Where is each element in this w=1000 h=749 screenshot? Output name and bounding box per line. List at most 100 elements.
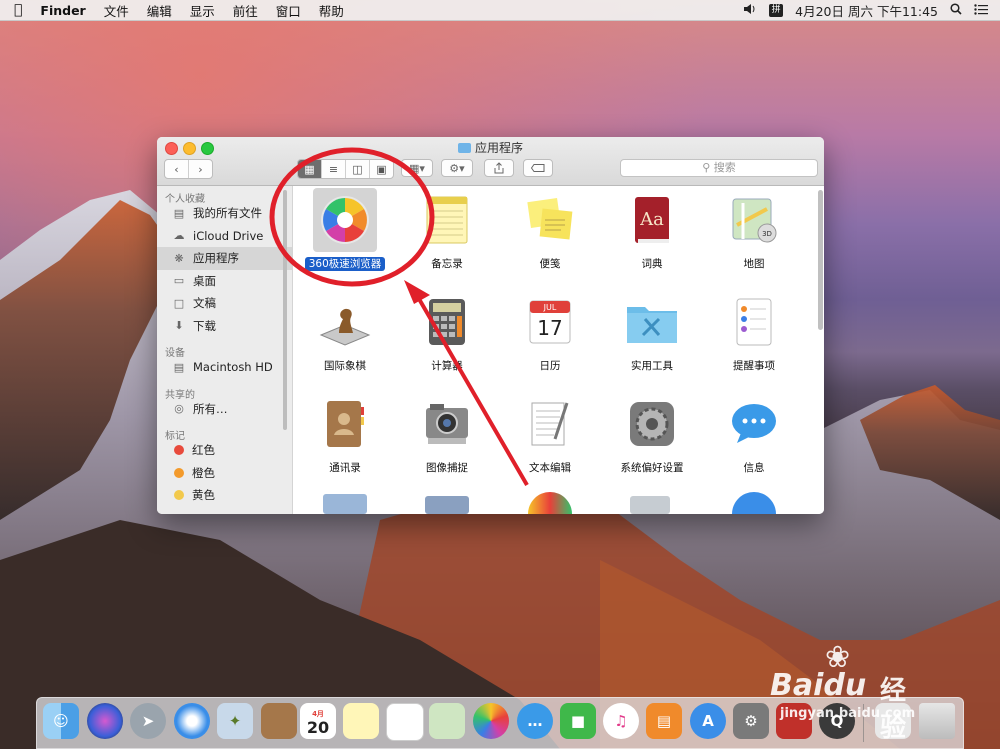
notes-icon[interactable] (343, 703, 379, 739)
icon-view-button[interactable]: ▦ (298, 160, 322, 178)
sidebar-header-tags: 标记 (165, 431, 185, 442)
app-item-image-capture[interactable]: 图像捕捉 (397, 392, 497, 475)
back-button[interactable]: ‹ (165, 160, 189, 178)
app-item-calendar[interactable]: JUL 17 日历 (500, 290, 600, 373)
app-item-stickies[interactable]: 便笺 (500, 188, 600, 271)
reminders-icon[interactable] (386, 703, 424, 741)
sidebar-item-label: iCloud Drive (193, 228, 264, 243)
finder-icon[interactable]: ☺ (43, 703, 79, 739)
app-item-360-browser[interactable]: 360极速浏览器 (295, 188, 395, 271)
list-view-button[interactable]: ≡ (322, 160, 346, 178)
itunes-icon[interactable]: ♫ (603, 703, 639, 739)
sidebar-item-label: 黄色 (192, 488, 215, 503)
volume-icon[interactable] (743, 3, 757, 18)
app-item-utilities[interactable]: 实用工具 (602, 290, 702, 373)
textedit-icon (518, 392, 582, 456)
safari-icon[interactable] (174, 703, 210, 739)
sidebar-item-all-files[interactable]: ▤ 我的所有文件 (157, 202, 292, 225)
sidebar-tag-yellow[interactable]: 黄色 (157, 484, 292, 507)
sidebar-tag-orange[interactable]: 橙色 (157, 462, 292, 485)
sidebar-tag-red[interactable]: 红色 (157, 439, 292, 462)
partial-app-store-icon[interactable] (732, 492, 776, 514)
all-files-icon: ▤ (173, 206, 185, 220)
sidebar-item-documents[interactable]: □ 文稿 (157, 292, 292, 315)
menu-help[interactable]: 帮助 (319, 1, 344, 20)
window-toolbar: 应用程序 ‹ › ▦ ≡ ◫ ▣ ▦▾ ⚙▾ ⚲ 搜索 (157, 137, 824, 186)
action-gear-button[interactable]: ⚙▾ (441, 159, 473, 177)
app-item-maps[interactable]: 3D 地图 (704, 188, 804, 271)
app-item-contacts[interactable]: 通讯录 (295, 392, 395, 475)
column-view-button[interactable]: ◫ (346, 160, 370, 178)
app-item-chess[interactable]: 国际象棋 (295, 290, 395, 373)
content-scrollbar[interactable] (818, 190, 823, 330)
share-button[interactable] (484, 159, 514, 177)
sidebar-item-label: 红色 (192, 443, 215, 458)
sidebar: 个人收藏 ▤ 我的所有文件 ☁ iCloud Drive ❋ 应用程序 ▭ 桌面 □ 文稿… (157, 186, 293, 514)
app-item-dictionary[interactable]: Aa 词典 (602, 188, 702, 271)
calendar-icon[interactable]: 4月 20 (300, 703, 336, 739)
app-label: 日历 (539, 360, 561, 372)
app-item-messages[interactable]: 信息 (704, 392, 804, 475)
app-label: 提醒事项 (733, 360, 775, 372)
forward-button[interactable]: › (189, 160, 212, 178)
menu-edit[interactable]: 编辑 (147, 1, 172, 20)
search-field[interactable]: ⚲ 搜索 (620, 159, 818, 177)
sidebar-item-applications[interactable]: ❋ 应用程序 (157, 247, 292, 270)
sidebar-item-icloud-drive[interactable]: ☁ iCloud Drive (157, 225, 292, 248)
spotlight-search-icon[interactable] (950, 2, 962, 18)
sidebar-scrollbar[interactable] (283, 190, 287, 430)
trash-icon[interactable] (919, 703, 955, 739)
photos-icon[interactable] (473, 703, 509, 739)
sidebar-item-desktop[interactable]: ▭ 桌面 (157, 270, 292, 293)
view-mode-selector: ▦ ≡ ◫ ▣ (297, 159, 394, 179)
input-method-icon[interactable]: 拼 (769, 3, 784, 17)
svg-text:17: 17 (537, 316, 562, 340)
sidebar-item-macintosh-hd[interactable]: ▤ Macintosh HD (157, 356, 292, 379)
arrange-button[interactable]: ▦▾ (401, 159, 433, 177)
app-label: 通讯录 (329, 462, 361, 474)
menu-app-finder[interactable]: Finder (40, 3, 85, 18)
menu-view[interactable]: 显示 (190, 1, 215, 20)
app-item-system-preferences[interactable]: 系统偏好设置 (602, 392, 702, 475)
tags-button[interactable] (523, 159, 553, 177)
system-preferences-icon[interactable]: ⚙ (733, 703, 769, 739)
menu-file[interactable]: 文件 (104, 1, 129, 20)
app-item-calculator[interactable]: 计算器 (397, 290, 497, 373)
launchpad-icon[interactable]: ➤ (130, 703, 166, 739)
app-item-notes[interactable]: 备忘录 (397, 188, 497, 271)
messages-icon[interactable]: … (517, 703, 553, 739)
mail-icon[interactable]: ✦ (217, 703, 253, 739)
menu-window[interactable]: 窗口 (276, 1, 301, 20)
sidebar-item-downloads[interactable]: ⬇ 下载 (157, 315, 292, 338)
partial-app-icon[interactable] (323, 494, 367, 514)
chess-icon (313, 290, 377, 354)
contacts-icon[interactable] (261, 703, 297, 739)
sidebar-item-label: 桌面 (193, 273, 216, 288)
yellow-tag-icon (174, 490, 184, 501)
app-item-reminders[interactable]: 提醒事项 (704, 290, 804, 373)
apple-menu-icon[interactable]:  (14, 2, 22, 18)
cloud-icon: ☁ (173, 229, 185, 243)
notes-icon (415, 188, 479, 252)
svg-text:3D: 3D (762, 230, 772, 238)
sidebar-item-label: 下载 (193, 318, 216, 333)
menu-clock[interactable]: 4月20日 周六 下午11:45 (795, 1, 938, 20)
file-icon-grid: 360极速浏览器 备忘录 便笺 Aa 词典 3D 地图 国际象棋 计算器 JUL… (293, 186, 824, 514)
coverflow-view-button[interactable]: ▣ (370, 160, 393, 178)
menu-go[interactable]: 前往 (233, 1, 258, 20)
partial-photos-icon[interactable] (528, 492, 572, 514)
calendar-icon: JUL 17 (518, 290, 582, 354)
sidebar-item-shared-all[interactable]: ◎ 所有… (157, 398, 292, 421)
siri-icon[interactable] (87, 703, 123, 739)
partial-font-book-icon[interactable] (630, 496, 670, 514)
facetime-icon[interactable]: ■ (560, 703, 596, 739)
notification-center-icon[interactable] (974, 3, 988, 18)
partial-app-icon[interactable] (425, 496, 469, 514)
app-label: 地图 (743, 258, 765, 270)
app-item-textedit[interactable]: 文本编辑 (500, 392, 600, 475)
app-store-icon[interactable]: A (690, 703, 726, 739)
maps-icon[interactable] (429, 703, 465, 739)
sidebar-item-label: 所有… (193, 401, 228, 416)
dock-calendar-day: 20 (306, 718, 330, 737)
ibooks-icon[interactable]: ▤ (646, 703, 682, 739)
